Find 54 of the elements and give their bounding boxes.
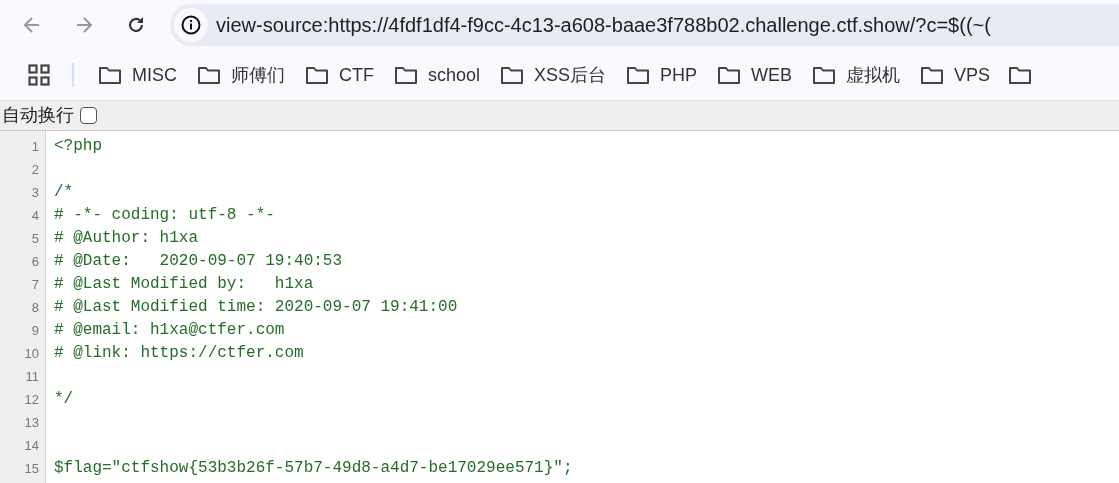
source-line: # @Last Modified time: 2020-09-07 19:41:00 xyxy=(54,298,458,316)
source-line: # @Author: h1xa xyxy=(54,229,199,247)
folder-icon xyxy=(500,65,525,85)
source-line: /* xyxy=(54,183,74,201)
line-number: 11 xyxy=(24,368,40,386)
back-arrow-icon xyxy=(22,15,42,35)
source-line: # @email: h1xa@ctfer.com xyxy=(54,321,285,339)
line-number: 6 xyxy=(30,253,40,271)
reload-icon xyxy=(126,15,146,35)
line-number: 5 xyxy=(30,230,40,248)
bookmark-folder[interactable]: 虚拟机 xyxy=(810,61,903,89)
line-number: 4 xyxy=(30,207,40,225)
wrap-label: 自动换行 xyxy=(2,104,74,127)
url-text: view-source:https://4fdf1df4-f9cc-4c13-a608-baae3f788b02.challenge.ctf.show/?c=$((~( xyxy=(216,13,991,38)
address-bar[interactable]: view-source:https://4fdf1df4-f9cc-4c13-a608-baae3f788b02.challenge.ctf.show/?c=$((~( xyxy=(170,4,1119,46)
folder-icon xyxy=(197,65,221,85)
bookmark-folder[interactable]: CTF xyxy=(303,61,376,89)
line-number: 12 xyxy=(23,391,40,409)
bookmark-folder[interactable]: 师傅们 xyxy=(195,61,287,89)
source-line: $flag="ctfshow{53b3b26f-57b7-49d8-a4d7-be17029ee571}"; xyxy=(54,459,573,477)
line-number: 14 xyxy=(23,437,40,455)
folder-icon xyxy=(98,65,122,85)
source-line: # @Date: 2020-09-07 19:40:53 xyxy=(54,252,343,270)
bookmark-folder[interactable]: VPS xyxy=(918,61,993,89)
bookmark-folder[interactable]: school xyxy=(392,61,483,89)
forward-arrow-icon xyxy=(74,15,94,35)
line-number: 1 xyxy=(30,138,40,156)
folder-icon xyxy=(394,65,418,85)
source-line: # -*- coding: utf-8 -*- xyxy=(54,206,275,224)
line-number: 2 xyxy=(30,161,40,179)
info-icon xyxy=(181,15,201,35)
line-number: 8 xyxy=(30,299,40,317)
wrap-checkbox[interactable] xyxy=(80,107,97,124)
folder-icon[interactable] xyxy=(1008,65,1033,85)
bookmark-folder[interactable]: MISC xyxy=(96,61,179,89)
folder-icon xyxy=(812,65,837,85)
source-line: # @link: https://ctfer.com xyxy=(54,344,304,362)
line-number: 9 xyxy=(30,322,40,340)
source-line: # @Last Modified by: h1xa xyxy=(54,275,314,293)
source-line: <?php xyxy=(54,137,102,155)
line-number: 15 xyxy=(23,460,40,478)
line-number: 10 xyxy=(23,345,40,363)
bookmark-folder[interactable]: XSS后台 xyxy=(498,61,609,89)
folder-icon xyxy=(626,65,651,85)
line-number: 13 xyxy=(23,414,40,432)
bookmark-folder[interactable]: WEB xyxy=(715,61,795,89)
source-line: */ xyxy=(54,390,74,408)
bookmark-folder[interactable]: PHP xyxy=(624,61,700,89)
folder-icon xyxy=(920,65,945,85)
line-number: 7 xyxy=(30,276,40,294)
apps-icon[interactable] xyxy=(28,64,50,86)
folder-icon xyxy=(305,65,329,85)
folder-icon xyxy=(717,65,742,85)
line-number: 3 xyxy=(30,184,40,202)
